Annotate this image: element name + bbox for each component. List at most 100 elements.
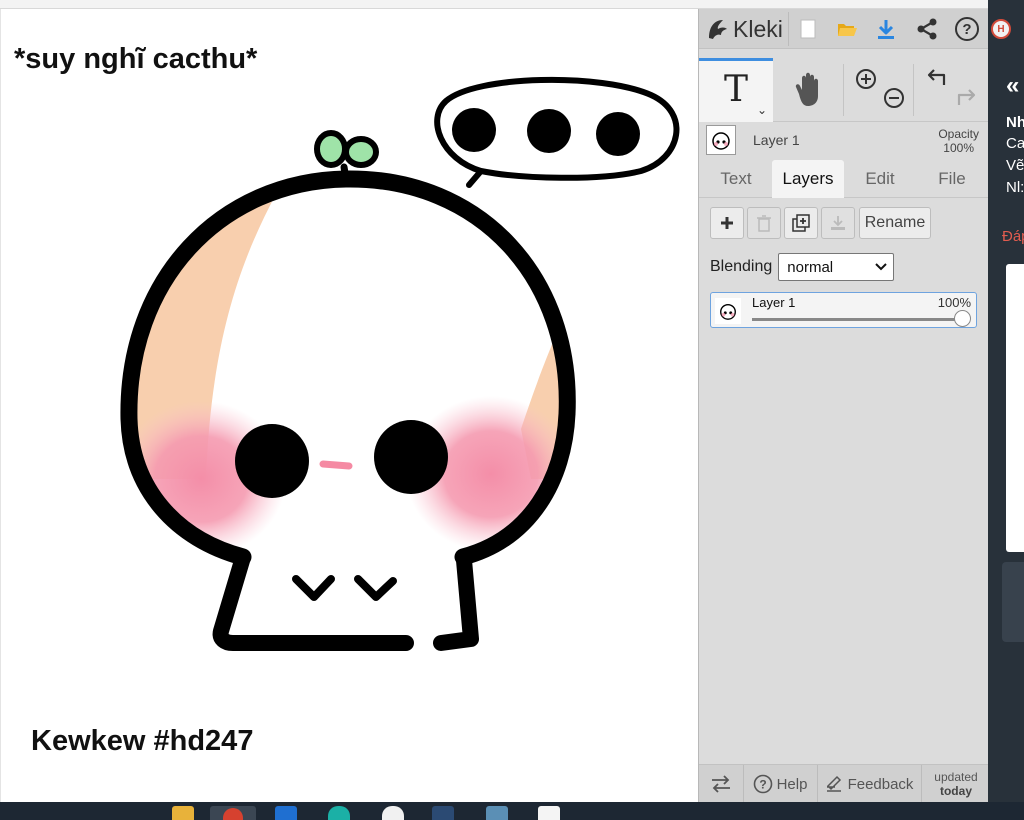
extension-icon[interactable]: H [991, 19, 1011, 39]
tab-text[interactable]: Text [706, 160, 766, 198]
app-icon-teal[interactable] [328, 806, 350, 820]
layer-thumbnail-image [712, 132, 730, 150]
side-text-line: Vẽ [1006, 157, 1024, 174]
rename-layer-button[interactable]: Rename [859, 207, 931, 239]
chevron-down-icon[interactable]: ⌄ [757, 103, 767, 117]
side-card [1006, 264, 1024, 552]
thought-bubble [434, 76, 680, 188]
body [212, 541, 479, 651]
swap-panel-button[interactable] [699, 765, 743, 803]
tool-row: T ⌄ [699, 58, 989, 122]
updated-line-1: updated [934, 770, 978, 784]
layer-preview-name: Layer 1 [753, 132, 800, 148]
layer-preview-thumbnail[interactable] [706, 125, 736, 155]
help-button[interactable]: ? [952, 15, 982, 43]
opacity-value: 100% [943, 141, 974, 155]
download-icon [878, 20, 894, 39]
hand-tool-button[interactable] [773, 58, 843, 122]
new-image-button[interactable] [793, 15, 823, 43]
chevron-down-icon [875, 263, 887, 271]
help-label: Help [776, 775, 808, 793]
zoom-in-icon [856, 69, 876, 89]
help-icon: ? [955, 17, 979, 41]
footer-divider [817, 765, 818, 803]
side-card-dark [1002, 562, 1024, 642]
tab-layers[interactable]: Layers [772, 160, 844, 198]
layer-item-thumbnail [715, 298, 741, 324]
undo-button[interactable] [924, 65, 948, 94]
layer-opacity-slider[interactable] [752, 318, 970, 321]
text-tool-glyph: T [723, 69, 748, 110]
layer-opacity-knob[interactable] [954, 310, 971, 327]
side-red-text: Đáp [1002, 228, 1024, 245]
zoom-out-icon [884, 88, 904, 108]
share-button[interactable] [912, 15, 942, 43]
merge-down-button[interactable] [821, 207, 855, 239]
zoom-out-button[interactable] [883, 87, 905, 114]
trash-icon [757, 215, 771, 232]
tool-divider [843, 64, 844, 116]
feedback-icon [826, 775, 841, 792]
opacity-label: Opacity [938, 127, 979, 141]
layer-item-opacity: 100% [937, 295, 971, 310]
hand-icon [795, 72, 818, 106]
footer-divider [921, 765, 922, 803]
kleki-logo[interactable]: Kleki [705, 13, 787, 45]
side-text-line: Nl: [1006, 179, 1024, 196]
tool-divider [913, 64, 914, 116]
feedback-label: Feedback [847, 775, 914, 793]
feedback-link[interactable]: Feedback [819, 765, 919, 803]
toolbar-divider [788, 12, 789, 46]
head [120, 170, 576, 566]
tab-file[interactable]: File [923, 160, 981, 198]
tab-edit[interactable]: Edit [851, 160, 909, 198]
app-icon-white[interactable] [382, 806, 404, 820]
layer-thumbnail-image [720, 303, 736, 320]
blending-value: normal [787, 258, 834, 276]
layer-preview: Layer 1 Opacity 100% [699, 122, 989, 160]
layer-item-name: Layer 1 [752, 295, 796, 310]
app-icon-light-blue[interactable] [486, 806, 508, 820]
browser-top-strip [0, 0, 988, 9]
merge-down-icon [831, 216, 845, 230]
app-icon-dark-blue[interactable] [432, 806, 454, 820]
changelog-link[interactable]: updated today [923, 765, 989, 803]
kleki-side-panel: Kleki ? T ⌄ Layer 1 Opacity 100% Text La… [698, 9, 989, 803]
file-explorer-icon[interactable] [172, 806, 194, 820]
drawing-canvas[interactable]: *suy nghĩ cacthu* Kewkew #hd247 [0, 9, 698, 802]
collapse-chevron-icon[interactable]: « [1006, 72, 1019, 100]
layer-list-item[interactable]: Layer 1 100% [710, 292, 977, 328]
side-text-line: Nh [1006, 114, 1024, 131]
app-root: *suy nghĩ cacthu* Kewkew #hd247 Kleki ? … [0, 0, 1024, 820]
redo-button[interactable] [955, 85, 979, 114]
duplicate-layer-button[interactable] [784, 207, 818, 239]
svg-text:?: ? [962, 21, 971, 38]
zoom-in-button[interactable] [855, 68, 877, 95]
folder-icon [838, 24, 857, 36]
redo-icon [957, 89, 976, 105]
browser-taskbar-button[interactable] [210, 806, 256, 820]
open-button[interactable] [832, 15, 862, 43]
background-webpage: H « Nh Ca Vẽ Nl: Đáp [988, 0, 1024, 802]
duplicate-icon [792, 214, 810, 232]
plus-icon [721, 217, 733, 229]
app-icon-doc[interactable] [538, 806, 560, 820]
add-layer-button[interactable] [710, 207, 744, 239]
panel-tabs: Text Layers Edit File [699, 160, 989, 198]
blending-label: Blending [710, 258, 773, 275]
canvas-top-caption: *suy nghĩ cacthu* [14, 43, 258, 75]
help-link[interactable]: ? Help [745, 765, 815, 803]
svg-text:?: ? [759, 778, 766, 792]
updated-line-2: today [939, 784, 972, 798]
browser-icon [223, 808, 243, 820]
app-icon-blue[interactable] [275, 806, 297, 820]
text-tool-button[interactable]: T ⌄ [699, 58, 773, 122]
blending-select[interactable]: normal [778, 253, 895, 281]
layer-preview-opacity: Opacity 100% [938, 127, 979, 155]
delete-layer-button[interactable] [747, 207, 781, 239]
character-drawing [120, 76, 680, 651]
kleki-logo-icon [709, 20, 727, 39]
side-text-line: Ca [1006, 135, 1024, 152]
download-button[interactable] [871, 15, 901, 43]
new-image-icon [800, 19, 816, 39]
